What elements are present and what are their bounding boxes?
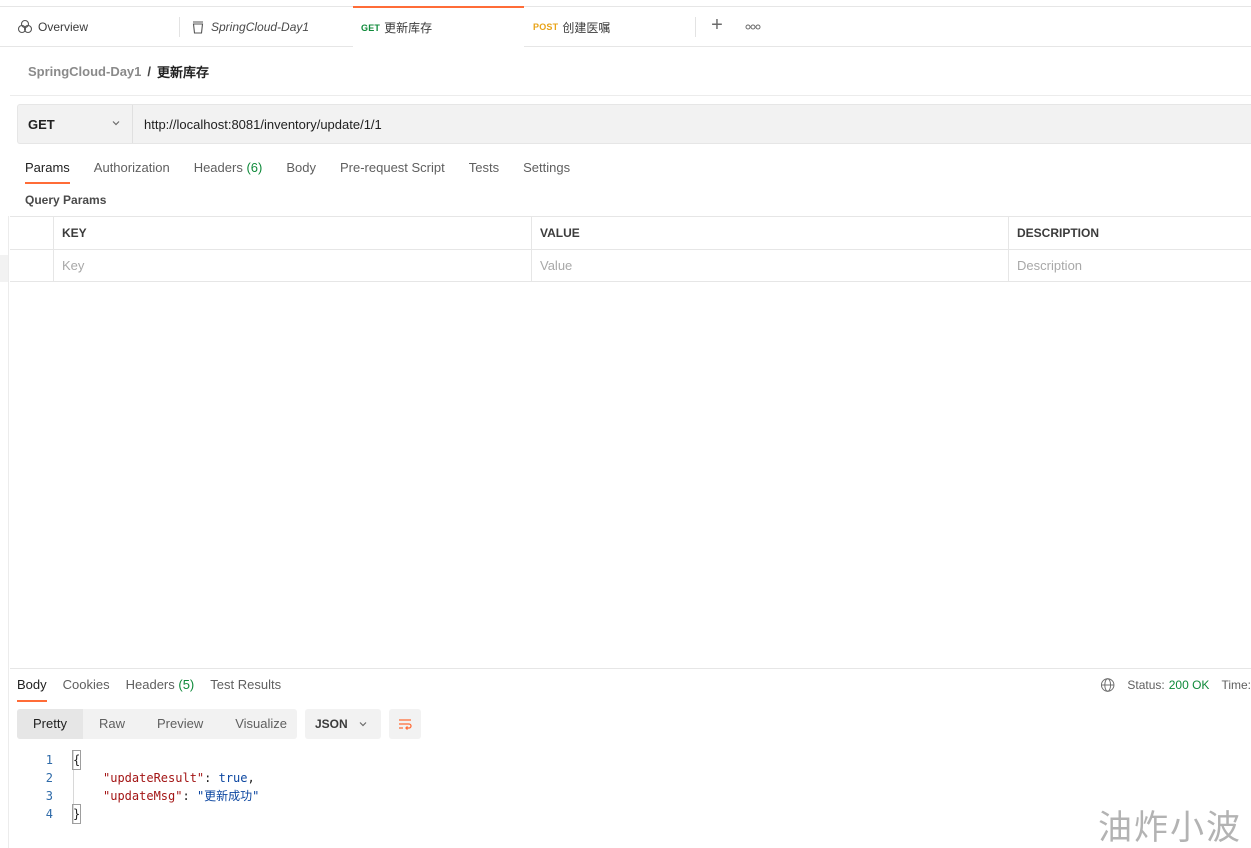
breadcrumb-separator: / [147, 63, 152, 79]
row-checkbox-cell [10, 250, 53, 282]
tab-pre-request-script[interactable]: Pre-request Script [340, 158, 445, 184]
code-text: { [71, 750, 82, 770]
response-tab-test-results[interactable]: Test Results [210, 676, 281, 702]
wrap-lines-button[interactable] [389, 709, 421, 739]
response-headers-count: (5) [178, 677, 195, 692]
table-header-row: KEY VALUE DESCRIPTION [10, 216, 1251, 249]
tab-bar: Overview SpringCloud-Day1 GET 更新库存 POST … [0, 6, 1251, 47]
response-tab-headers[interactable]: Headers (5) [126, 676, 195, 702]
response-tab-cookies[interactable]: Cookies [63, 676, 110, 702]
format-select[interactable]: JSON [305, 709, 381, 739]
overview-icon [17, 19, 33, 34]
view-raw-button[interactable]: Raw [83, 709, 141, 739]
line-number: 2 [45, 771, 53, 785]
tab-collection[interactable]: SpringCloud-Day1 [180, 7, 353, 47]
table-row: Key Value Description [10, 249, 1251, 282]
chevron-down-icon [359, 722, 367, 727]
method-badge-get: GET [361, 22, 381, 33]
watermark: 油炸小波 [1098, 808, 1242, 848]
column-header-description: DESCRIPTION [1008, 217, 1251, 249]
tab-body[interactable]: Body [286, 158, 316, 184]
checkbox-column-header [10, 217, 53, 249]
json-value: "更新成功" [196, 789, 260, 803]
breadcrumb-parent[interactable]: SpringCloud-Day1 [28, 64, 141, 79]
json-key: "updateMsg" [103, 789, 183, 803]
tab-authorization[interactable]: Authorization [94, 158, 170, 184]
row-drag-handle[interactable] [0, 255, 8, 282]
headers-count: (6) [246, 160, 263, 175]
tab-overview[interactable]: Overview [0, 7, 180, 47]
url-input[interactable] [144, 105, 1144, 143]
value-input[interactable]: Value [531, 250, 1008, 282]
collection-icon [192, 21, 204, 34]
tab-params[interactable]: Params [25, 158, 70, 184]
column-header-value: VALUE [531, 217, 1008, 249]
view-visualize-button[interactable]: Visualize [219, 709, 303, 739]
key-input[interactable]: Key [53, 250, 531, 282]
tab-headers[interactable]: Headers (6) [194, 158, 263, 184]
view-preview-button[interactable]: Preview [141, 709, 219, 739]
method-select[interactable]: GET [18, 105, 133, 143]
tab-post-create-order[interactable]: POST 创建医嘱 [524, 7, 696, 47]
tab-get-update-inventory[interactable]: GET 更新库存 [353, 6, 524, 47]
line-number: 1 [45, 753, 53, 767]
chevron-down-icon [112, 121, 120, 126]
response-tabs: Body Cookies Headers (5) Test Results [17, 676, 297, 702]
breadcrumb: SpringCloud-Day1 / 更新库存 [28, 62, 209, 80]
tab-settings[interactable]: Settings [523, 158, 570, 184]
time-label: Time: [1221, 678, 1251, 692]
params-table: KEY VALUE DESCRIPTION Key Value Descript… [10, 216, 1251, 282]
breadcrumb-current[interactable]: 更新库存 [157, 62, 209, 81]
code-text: "updateResult": true, [103, 769, 255, 787]
json-separator: : [182, 789, 197, 803]
status-label: Status: [1127, 678, 1165, 692]
tab-label: 更新库存 [384, 21, 433, 35]
column-header-key: KEY [53, 217, 531, 249]
tab-headers-label: Headers [193, 160, 243, 175]
method-badge-post: POST [533, 22, 559, 32]
code-text: } [71, 804, 82, 824]
globe-icon[interactable] [1100, 677, 1115, 693]
tab-label: SpringCloud-Day1 [211, 20, 310, 34]
line-number: 3 [45, 789, 53, 803]
json-value: true [218, 771, 248, 785]
json-separator: : [204, 771, 219, 785]
response-view-switcher: Pretty Raw Preview Visualize [17, 709, 297, 739]
tab-tests[interactable]: Tests [469, 158, 499, 184]
tab-label: 创建医嘱 [562, 20, 611, 35]
response-tab-body[interactable]: Body [17, 676, 47, 702]
divider [10, 95, 1251, 96]
json-tail: , [247, 771, 255, 785]
code-text: "updateMsg": "更新成功" [103, 787, 259, 805]
tab-label: Overview [38, 20, 89, 34]
json-key: "updateResult" [103, 771, 205, 785]
line-number: 4 [45, 807, 53, 821]
status-value[interactable]: 200 OK [1169, 678, 1210, 692]
wrap-lines-icon [399, 719, 412, 730]
response-status: Status: 200 OK Time: [1100, 676, 1251, 694]
method-label: GET [28, 116, 55, 132]
more-tabs-icon[interactable] [742, 16, 764, 38]
response-tab-headers-label: Headers [125, 677, 175, 692]
url-bar: GET [17, 104, 1251, 144]
request-tabs: Params Authorization Headers (6) Body Pr… [25, 158, 594, 184]
format-label: JSON [315, 717, 348, 731]
view-pretty-button[interactable]: Pretty [17, 709, 83, 739]
new-tab-icon[interactable]: + [706, 15, 728, 37]
query-params-title: Query Params [25, 193, 107, 207]
response-divider[interactable] [10, 668, 1251, 669]
pane-border [8, 216, 9, 848]
description-input[interactable]: Description [1008, 250, 1251, 282]
